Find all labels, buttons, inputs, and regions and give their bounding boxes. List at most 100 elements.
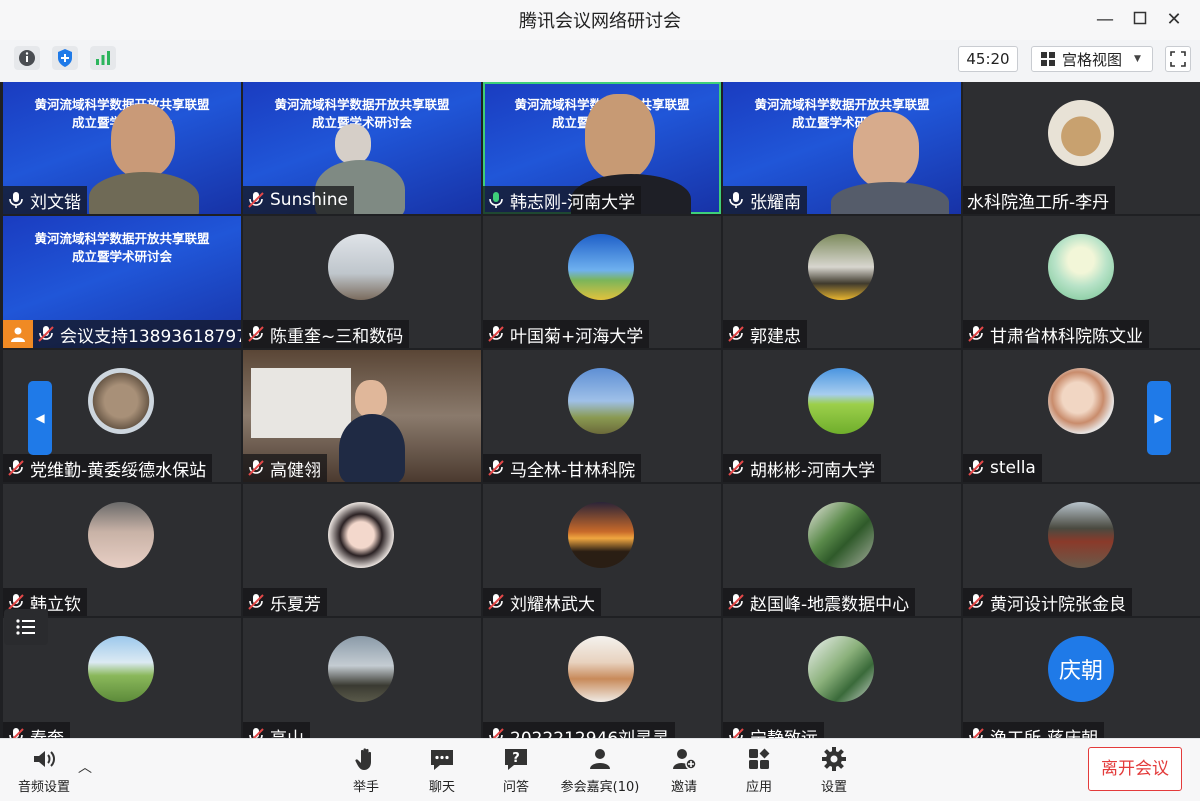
host-badge-icon (3, 320, 33, 348)
participant-tile[interactable]: 高山 (243, 618, 481, 738)
fullscreen-icon[interactable] (1165, 46, 1191, 72)
muted-microphone-icon (247, 726, 265, 738)
avatar (88, 636, 154, 702)
participant-tile[interactable]: 陈重奎~三和数码 (243, 216, 481, 348)
participant-name-tag: 乐夏芳 (243, 588, 327, 616)
participant-tile[interactable]: 马全林-甘林科院 (483, 350, 721, 482)
close-icon[interactable]: ✕ (1164, 10, 1184, 30)
participant-tile[interactable]: 黄河流域科学数据开放共享联盟 成立暨学术研讨会 会议支持13893618797 (3, 216, 241, 348)
add-user-icon (673, 749, 697, 770)
speaker-icon (34, 751, 55, 767)
muted-microphone-icon (7, 726, 25, 738)
muted-microphone-icon (37, 324, 55, 344)
participant-tile[interactable]: 宁静致远 (723, 618, 961, 738)
leave-meeting-button[interactable]: 离开会议 (1088, 747, 1182, 791)
participant-name-tag: 党维勤-黄委绥德水保站 (3, 454, 213, 482)
avatar (1048, 368, 1114, 434)
maximize-icon[interactable] (1130, 10, 1150, 30)
avatar (808, 234, 874, 300)
muted-microphone-icon (247, 458, 265, 478)
avatar (1048, 100, 1114, 166)
participant-name-tag: 刘文锴 (3, 186, 87, 214)
avatar (1048, 502, 1114, 568)
participant-tile[interactable]: 高健翎 (243, 350, 481, 482)
participant-name-tag: 马全林-甘林科院 (483, 454, 642, 482)
avatar (808, 636, 874, 702)
avatar (568, 234, 634, 300)
title-bar: 腾讯会议网络研讨会 — ✕ (0, 0, 1200, 40)
participant-tile[interactable]: 乐夏芳 (243, 484, 481, 616)
view-mode-select[interactable]: 宫格视图 ▼ (1031, 46, 1153, 72)
muted-microphone-icon (727, 324, 745, 344)
participant-name-tag: 高健翎 (243, 454, 327, 482)
participant-tile[interactable]: 2022212946刘灵灵 (483, 618, 721, 738)
settings-button[interactable]: 设置 (794, 745, 874, 795)
participant-tile[interactable]: 韩立钦 (3, 484, 241, 616)
muted-microphone-icon (247, 592, 265, 612)
participant-video (585, 94, 655, 180)
participant-tile[interactable]: 甘肃省林科院陈文业 (963, 216, 1200, 348)
body-shape (831, 182, 949, 214)
participant-name-tag: 渔工所-蒋庆朝 (963, 722, 1105, 738)
participant-list-toggle[interactable] (4, 609, 48, 645)
chat-button[interactable]: 聊天 (402, 745, 482, 795)
participant-tile[interactable]: 叶国菊+河海大学 (483, 216, 721, 348)
gear-icon (822, 747, 846, 771)
participant-video (111, 104, 175, 178)
participant-tile[interactable]: 赵国峰-地震数据中心 (723, 484, 961, 616)
chevron-up-icon[interactable]: ︿ (78, 757, 92, 777)
participant-video (251, 368, 351, 438)
participant-name-tag: 会议支持13893618797 (33, 320, 241, 348)
participant-tile[interactable]: 黄河流域科学数据开放共享联盟成立暨学术研讨会 刘文锴 (3, 82, 241, 214)
grid-view-icon (1041, 52, 1055, 66)
info-icon[interactable] (14, 46, 40, 70)
avatar (568, 636, 634, 702)
participant-name-tag: 叶国菊+河海大学 (483, 320, 650, 348)
next-page-button[interactable]: ▶ (1147, 381, 1171, 455)
panelists-button[interactable]: 参会嘉宾(10) (560, 745, 640, 795)
previous-page-button[interactable]: ◀ (28, 381, 52, 455)
participant-tile[interactable]: 胡彬彬-河南大学 (723, 350, 961, 482)
participant-tile-speaking[interactable]: 黄河流域科学数据开放共享联盟成立暨学术研讨会 韩志刚-河南大学 (483, 82, 721, 214)
meeting-toolbar: 45:20 宫格视图 ▼ (0, 40, 1200, 76)
participant-name-tag: 甘肃省林科院陈文业 (963, 320, 1149, 348)
muted-microphone-icon (487, 726, 505, 738)
security-shield-icon[interactable] (52, 46, 78, 70)
network-signal-icon[interactable] (90, 46, 116, 70)
participant-tile[interactable]: 黄河流域科学数据开放共享联盟 成立暨学术研讨会 Sunshine (243, 82, 481, 214)
chat-icon (431, 750, 453, 770)
avatar (88, 502, 154, 568)
participant-name-tag: stella (963, 454, 1042, 482)
microphone-icon (727, 190, 745, 210)
participant-tile[interactable]: 庆朝 渔工所-蒋庆朝 (963, 618, 1200, 738)
participant-tile[interactable]: 刘耀林武大 (483, 484, 721, 616)
body-shape (355, 380, 387, 418)
minimize-icon[interactable]: — (1095, 10, 1115, 30)
participant-tile[interactable]: 水科院渔工所-李丹 (963, 82, 1200, 214)
avatar (328, 234, 394, 300)
invite-button[interactable]: 邀请 (644, 745, 724, 795)
muted-microphone-icon (967, 592, 985, 612)
avatar (568, 368, 634, 434)
conference-banner: 黄河流域科学数据开放共享联盟成立暨学术研讨会 (754, 97, 930, 130)
participant-tile[interactable]: 黄河流域科学数据开放共享联盟 成立暨学术研讨会 张耀南 (723, 82, 961, 214)
muted-microphone-icon (487, 458, 505, 478)
meeting-timer: 45:20 (958, 46, 1018, 72)
microphone-icon (7, 190, 25, 210)
muted-microphone-icon (727, 592, 745, 612)
participant-video (335, 124, 371, 164)
question-icon: ? (505, 749, 527, 770)
apps-button[interactable]: 应用 (719, 745, 799, 795)
audio-settings-button[interactable]: 音频设置 (4, 745, 84, 795)
participant-video (853, 112, 919, 188)
muted-microphone-icon (247, 324, 265, 344)
raise-hand-button[interactable]: 举手 (326, 745, 406, 795)
participant-tile[interactable]: 黄河设计院张金良 (963, 484, 1200, 616)
participant-name-tag: 郭建忠 (723, 320, 807, 348)
participant-tile[interactable]: 郭建忠 (723, 216, 961, 348)
participant-name-tag: 春奔 (3, 722, 70, 738)
qa-button[interactable]: ? 问答 (476, 745, 556, 795)
people-icon (590, 749, 610, 769)
speaking-microphone-icon (487, 190, 505, 210)
svg-text:?: ? (512, 751, 520, 766)
